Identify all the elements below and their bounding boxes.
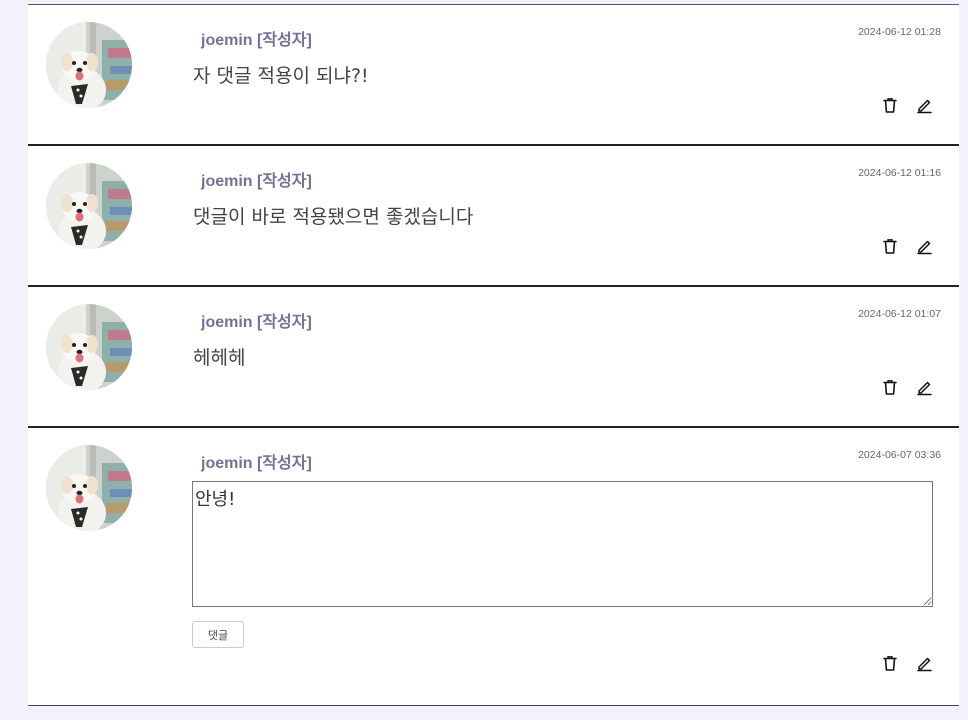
avatar — [46, 22, 132, 108]
pencil-icon[interactable] — [915, 378, 933, 396]
comment-item: joemin [작성자] 2024-06-12 01:28 자 댓글 적용이 되… — [28, 5, 959, 146]
comment-item-editing: joemin [작성자] 2024-06-07 03:36 댓글 — [28, 428, 959, 706]
dog-avatar-image — [46, 163, 132, 249]
pencil-icon[interactable] — [915, 237, 933, 255]
comment-date: 2024-06-07 03:36 — [858, 449, 941, 461]
comment-actions — [881, 237, 933, 255]
reply-submit-button[interactable]: 댓글 — [192, 621, 244, 648]
comment-date: 2024-06-12 01:28 — [858, 26, 941, 38]
trash-icon[interactable] — [881, 654, 899, 672]
comment-text: 헤헤헤 — [193, 347, 246, 369]
comment-text: 자 댓글 적용이 되냐?! — [193, 65, 369, 87]
comment-author: joemin [작성자] — [201, 32, 312, 49]
comment-item: joemin [작성자] 2024-06-12 01:16 댓글이 바로 적용됐… — [28, 146, 959, 287]
comment-author: joemin [작성자] — [201, 314, 312, 331]
comment-list: joemin [작성자] 2024-06-12 01:28 자 댓글 적용이 되… — [28, 4, 959, 706]
comment-author: joemin [작성자] — [201, 173, 312, 190]
trash-icon[interactable] — [881, 237, 899, 255]
avatar — [46, 163, 132, 249]
avatar — [46, 304, 132, 390]
dog-avatar-image — [46, 304, 132, 390]
dog-avatar-image — [46, 22, 132, 108]
comment-item: joemin [작성자] 2024-06-12 01:07 헤헤헤 — [28, 287, 959, 428]
trash-icon[interactable] — [881, 378, 899, 396]
comment-author: joemin [작성자] — [201, 455, 312, 472]
pencil-icon[interactable] — [915, 96, 933, 114]
dog-avatar-image — [46, 445, 132, 531]
pencil-icon[interactable] — [915, 654, 933, 672]
comment-actions — [881, 654, 933, 672]
comment-date: 2024-06-12 01:07 — [858, 308, 941, 320]
comment-text: 댓글이 바로 적용됐으면 좋겠습니다 — [193, 206, 474, 228]
comment-edit-textarea[interactable] — [192, 481, 933, 607]
comment-actions — [881, 378, 933, 396]
trash-icon[interactable] — [881, 96, 899, 114]
comment-actions — [881, 96, 933, 114]
avatar — [46, 445, 132, 531]
comment-date: 2024-06-12 01:16 — [858, 167, 941, 179]
